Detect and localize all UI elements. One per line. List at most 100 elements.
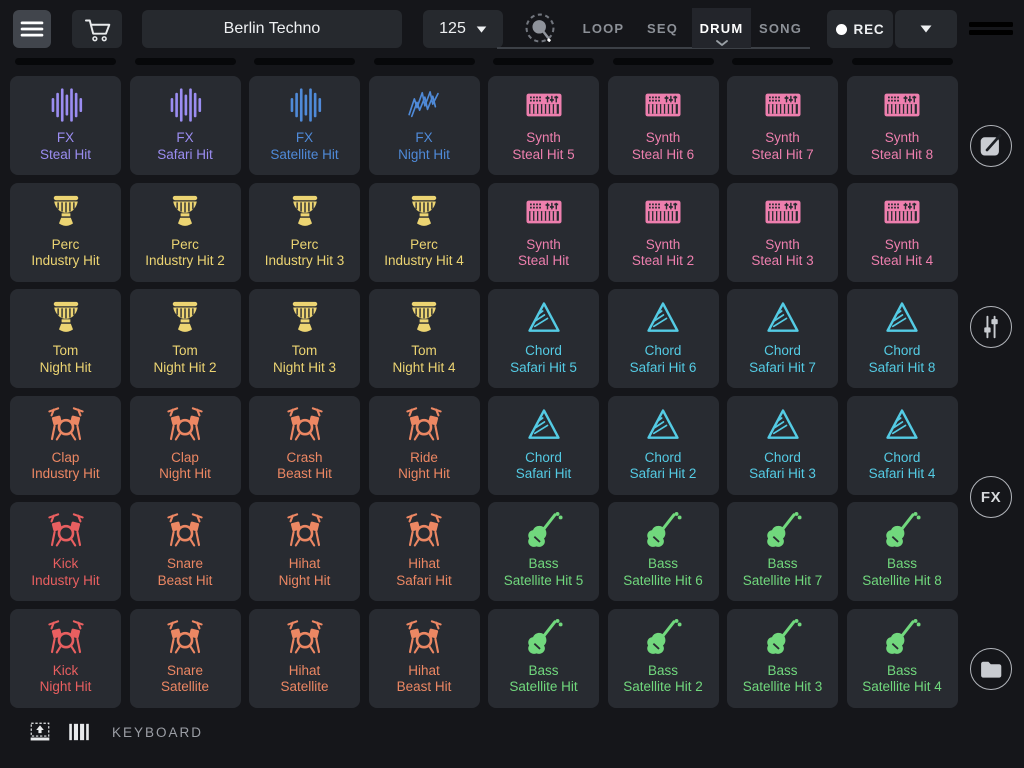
pad[interactable]: HihatSatellite (249, 609, 360, 708)
pad[interactable]: SynthSteal Hit 3 (727, 183, 838, 282)
menu-button[interactable] (13, 10, 51, 48)
chevron-down-icon (716, 40, 728, 46)
pad-sample-label: Night Hit (371, 147, 477, 164)
store-button[interactable] (72, 10, 122, 48)
pad[interactable]: BassSatellite Hit 5 (488, 502, 599, 601)
pad[interactable]: RideNight Hit (369, 396, 480, 495)
pad-instrument-label: Perc (132, 237, 238, 254)
pad[interactable]: PercIndustry Hit 2 (130, 183, 241, 282)
pad[interactable]: BassSatellite Hit 8 (847, 502, 958, 601)
pad[interactable]: ClapNight Hit (130, 396, 241, 495)
pad[interactable]: HihatBeast Hit (369, 609, 480, 708)
pad[interactable]: CrashBeast Hit (249, 396, 360, 495)
pad[interactable]: SynthSteal Hit 4 (847, 183, 958, 282)
library-button[interactable] (970, 648, 1012, 690)
synth-keyboard-icon (642, 84, 684, 126)
pad[interactable]: SynthSteal Hit 6 (608, 76, 719, 175)
pad[interactable]: BassSatellite Hit 7 (727, 502, 838, 601)
djembe-icon (284, 191, 326, 233)
bpm-value: 125 (439, 20, 466, 38)
pad[interactable]: SynthSteal Hit 7 (727, 76, 838, 175)
tab-seq[interactable]: SEQ (633, 8, 692, 48)
pad[interactable]: PercIndustry Hit (10, 183, 121, 282)
drag-grip-icon[interactable] (969, 22, 1013, 38)
pad[interactable]: ChordSafari Hit 6 (608, 289, 719, 388)
pad[interactable]: FXSatellite Hit (249, 76, 360, 175)
pad[interactable]: ClapIndustry Hit (10, 396, 121, 495)
pad-instrument-label: FX (13, 130, 119, 147)
pad-sample-label: Steal Hit (13, 147, 119, 164)
tab-loop[interactable]: LOOP (574, 8, 633, 48)
tab-song[interactable]: SONG (751, 8, 810, 48)
rec-label: REC (854, 22, 885, 37)
rec-options-dropdown[interactable] (895, 10, 957, 48)
pad[interactable]: PercIndustry Hit 4 (369, 183, 480, 282)
striped-triangle-icon (762, 297, 804, 339)
pack-title[interactable]: Berlin Techno (142, 10, 402, 48)
pad[interactable]: ChordSafari Hit 7 (727, 289, 838, 388)
pad-instrument-label: Bass (491, 663, 597, 680)
mixer-button[interactable] (970, 306, 1012, 348)
pad[interactable]: TomNight Hit 3 (249, 289, 360, 388)
synth-keyboard-icon (642, 191, 684, 233)
pad[interactable]: SnareBeast Hit (130, 502, 241, 601)
bpm-selector[interactable]: 125 (423, 10, 503, 48)
rec-button[interactable]: REC (827, 10, 893, 48)
pad[interactable]: TomNight Hit 4 (369, 289, 480, 388)
pad[interactable]: SynthSteal Hit (488, 183, 599, 282)
pad-sample-label: Safari Hit (132, 147, 238, 164)
pad-sample-label: Satellite (132, 679, 238, 696)
pad[interactable]: SynthSteal Hit 5 (488, 76, 599, 175)
record-knob-button[interactable] (521, 9, 559, 47)
pad[interactable]: SnareSatellite (130, 609, 241, 708)
pad[interactable]: TomNight Hit (10, 289, 121, 388)
pad[interactable]: ChordSafari Hit 5 (488, 289, 599, 388)
pad[interactable]: BassSatellite Hit 4 (847, 609, 958, 708)
cart-icon (80, 12, 114, 46)
fx-button[interactable]: FX (970, 476, 1012, 518)
pad[interactable]: ChordSafari Hit (488, 396, 599, 495)
bass-guitar-icon (642, 510, 684, 552)
pad[interactable]: BassSatellite Hit 3 (727, 609, 838, 708)
pad[interactable]: PercIndustry Hit 3 (249, 183, 360, 282)
drumkit-icon (164, 617, 206, 659)
keyboard-button[interactable] (64, 718, 92, 746)
pad-instrument-label: Chord (610, 343, 716, 360)
pad[interactable]: KickNight Hit (10, 609, 121, 708)
tab-drum[interactable]: DRUM (692, 8, 751, 48)
pad-instrument-label: Chord (610, 450, 716, 467)
bass-guitar-icon (642, 617, 684, 659)
pad-sample-label: Night Hit (252, 573, 358, 590)
bass-guitar-icon (523, 617, 565, 659)
pad-panel-button[interactable] (26, 718, 54, 746)
djembe-icon (45, 297, 87, 339)
djembe-icon (164, 191, 206, 233)
pad-sample-label: Industry Hit 2 (132, 253, 238, 270)
pad-instrument-label: Tom (13, 343, 119, 360)
pad[interactable]: SynthSteal Hit 2 (608, 183, 719, 282)
pad[interactable]: SynthSteal Hit 8 (847, 76, 958, 175)
pad[interactable]: FXSteal Hit (10, 76, 121, 175)
pad[interactable]: FXSafari Hit (130, 76, 241, 175)
pad[interactable]: HihatNight Hit (249, 502, 360, 601)
pad[interactable]: ChordSafari Hit 2 (608, 396, 719, 495)
drumkit-icon (284, 617, 326, 659)
pad[interactable]: KickIndustry Hit (10, 502, 121, 601)
pad-instrument-label: Bass (730, 663, 836, 680)
loop-progress-bar (15, 58, 116, 65)
pad[interactable]: BassSatellite Hit (488, 609, 599, 708)
pad[interactable]: ChordSafari Hit 3 (727, 396, 838, 495)
pad[interactable]: HihatSafari Hit (369, 502, 480, 601)
edit-button[interactable] (970, 125, 1012, 167)
waveform-bars-icon (45, 84, 87, 126)
pad-sample-label: Industry Hit 4 (371, 253, 477, 270)
pad[interactable]: TomNight Hit 2 (130, 289, 241, 388)
synth-keyboard-icon (523, 191, 565, 233)
pad[interactable]: ChordSafari Hit 4 (847, 396, 958, 495)
top-toolbar: Berlin Techno 125 LOOP SEQ DRUM SONG REC (0, 0, 1024, 58)
pad-instrument-label: Bass (730, 556, 836, 573)
pad[interactable]: ChordSafari Hit 8 (847, 289, 958, 388)
pad[interactable]: BassSatellite Hit 2 (608, 609, 719, 708)
pad[interactable]: FXNight Hit (369, 76, 480, 175)
pad[interactable]: BassSatellite Hit 6 (608, 502, 719, 601)
